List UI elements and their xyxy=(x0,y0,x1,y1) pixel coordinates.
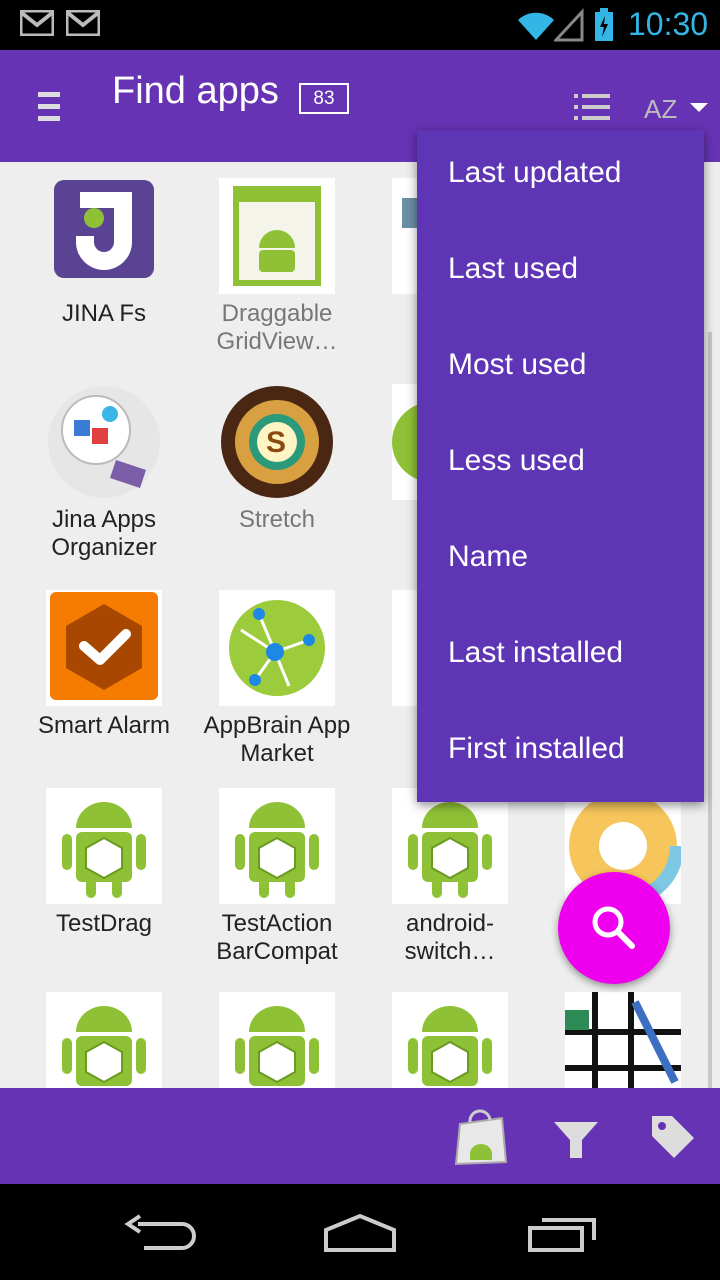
sort-option-most-used[interactable]: Most used xyxy=(417,322,704,418)
sort-az-icon[interactable]: AZ xyxy=(644,90,710,129)
svg-text:S: S xyxy=(266,426,286,459)
status-time: 10:30 xyxy=(628,6,709,42)
android-app-icon xyxy=(46,788,162,904)
app-item-android[interactable] xyxy=(190,992,364,1088)
wifi-icon xyxy=(516,8,556,47)
app-label: JINA Fs xyxy=(61,300,146,327)
scrollbar[interactable] xyxy=(708,332,712,1088)
sort-option-name[interactable]: Name xyxy=(417,514,704,610)
android-app-icon xyxy=(219,788,335,904)
search-icon xyxy=(590,904,638,957)
sort-option-less-used[interactable]: Less used xyxy=(417,418,704,514)
app-label: Smart Alarm xyxy=(37,712,171,739)
app-label: TestDrag xyxy=(55,910,153,937)
app-count-badge: 83 xyxy=(299,83,349,114)
app-label: Stretch xyxy=(238,506,316,533)
gmail-icon xyxy=(19,9,55,41)
app-item-android-switch[interactable]: android-switch… xyxy=(363,788,537,966)
app-item-testactionbarcompat[interactable]: TestAction BarCompat xyxy=(190,788,364,966)
system-nav-bar xyxy=(0,1184,720,1280)
draggable-gridview-icon xyxy=(219,178,335,294)
sort-option-first-installed[interactable]: First installed xyxy=(417,706,704,802)
app-label: Draggable GridView… xyxy=(216,300,338,355)
app-item-stretch[interactable]: S Stretch xyxy=(190,384,364,534)
hamburger-icon[interactable] xyxy=(38,92,62,127)
sort-menu: Last updated Last used Most used Less us… xyxy=(417,130,704,802)
gmail-icon xyxy=(65,9,101,41)
back-icon[interactable] xyxy=(124,1214,196,1255)
app-item-draggable-gridview[interactable]: Draggable GridView… xyxy=(190,178,364,356)
android-app-icon xyxy=(392,788,508,904)
app-label: android-switch… xyxy=(404,910,496,965)
android-app-icon xyxy=(392,992,508,1088)
smart-alarm-icon xyxy=(46,590,162,706)
app-item-android[interactable] xyxy=(17,992,191,1088)
page-title: Find apps xyxy=(112,70,279,112)
app-label: TestAction BarCompat xyxy=(216,910,338,965)
sort-option-last-used[interactable]: Last used xyxy=(417,226,704,322)
search-fab-button[interactable] xyxy=(558,872,670,984)
tag-icon[interactable] xyxy=(648,1112,698,1165)
appbrain-icon xyxy=(219,590,335,706)
app-label: Jina Apps Organizer xyxy=(51,506,157,561)
signal-icon xyxy=(552,8,584,47)
app-item-testdrag[interactable]: TestDrag xyxy=(17,788,191,938)
app-item-jina-fs[interactable]: JINA Fs xyxy=(17,178,191,328)
app-item-smart-alarm[interactable]: Smart Alarm xyxy=(17,590,191,740)
app-item-appbrain[interactable]: AppBrain App Market xyxy=(190,590,364,768)
android-app-icon xyxy=(46,992,162,1088)
app-item-jina-apps-organizer[interactable]: Jina Apps Organizer xyxy=(17,384,191,562)
app-item-android[interactable] xyxy=(363,992,537,1088)
sort-option-last-updated[interactable]: Last updated xyxy=(417,130,704,226)
home-icon[interactable] xyxy=(322,1212,398,1259)
jina-fs-icon xyxy=(46,178,162,294)
bottom-toolbar xyxy=(0,1088,720,1184)
status-bar: 10:30 xyxy=(0,0,720,50)
jina-apps-organizer-icon xyxy=(46,384,162,500)
android-app-icon xyxy=(219,992,335,1088)
app-item-crossword[interactable] xyxy=(536,992,710,1088)
battery-icon xyxy=(594,8,614,47)
crossword-icon xyxy=(565,992,681,1088)
svg-text:AZ: AZ xyxy=(644,94,677,124)
sort-option-last-installed[interactable]: Last installed xyxy=(417,610,704,706)
recents-icon[interactable] xyxy=(526,1212,598,1259)
play-store-icon[interactable] xyxy=(452,1106,510,1171)
filter-icon[interactable] xyxy=(552,1118,600,1167)
list-view-icon[interactable] xyxy=(574,94,610,125)
app-label: AppBrain App Market xyxy=(203,712,351,767)
stretch-icon: S xyxy=(219,384,335,500)
